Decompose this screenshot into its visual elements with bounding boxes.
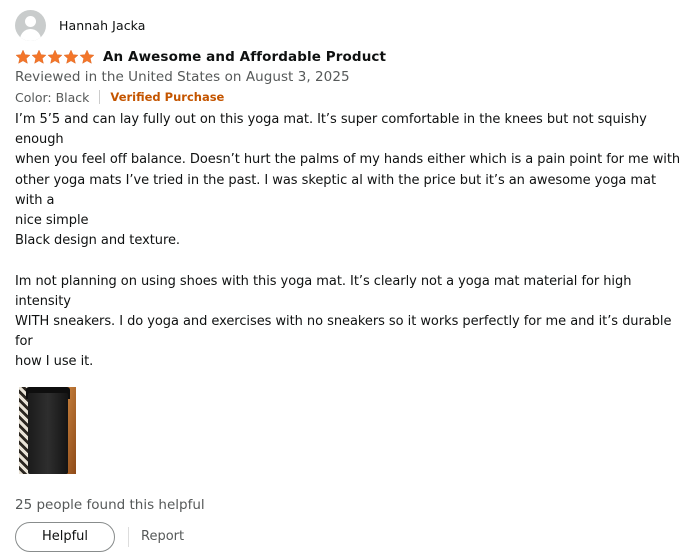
review-image-thumbnail[interactable] — [19, 386, 76, 474]
divider — [128, 526, 129, 547]
review-title[interactable]: An Awesome and Affordable Product — [103, 49, 386, 65]
star-icon — [63, 49, 79, 65]
star-icon — [31, 49, 47, 65]
star-icon — [15, 49, 31, 65]
verified-purchase-badge: Verified Purchase — [110, 90, 225, 104]
divider — [99, 90, 101, 104]
reviewer-profile[interactable]: Hannah Jacka — [15, 9, 685, 41]
star-icon — [79, 49, 95, 65]
helpful-button[interactable]: Helpful — [15, 521, 115, 552]
review-actions: Helpful Report — [15, 521, 685, 552]
review-date: Reviewed in the United States on August … — [15, 69, 350, 85]
review-title-row: An Awesome and Affordable Product — [15, 47, 685, 67]
avatar-icon — [15, 9, 46, 41]
customer-review: Hannah Jacka An Awesome and Affordable P… — [15, 9, 685, 552]
reviewer-name[interactable]: Hannah Jacka — [59, 18, 146, 33]
review-body: I’m 5’5 and can lay fully out on this yo… — [15, 112, 681, 370]
report-link[interactable]: Report — [141, 529, 184, 544]
star-rating[interactable] — [15, 49, 95, 65]
star-icon — [47, 49, 63, 65]
color-option: Color: Black — [15, 89, 90, 105]
helpful-count: 25 people found this helpful — [15, 496, 205, 513]
review-meta: Color: Black Verified Purchase — [15, 88, 685, 106]
